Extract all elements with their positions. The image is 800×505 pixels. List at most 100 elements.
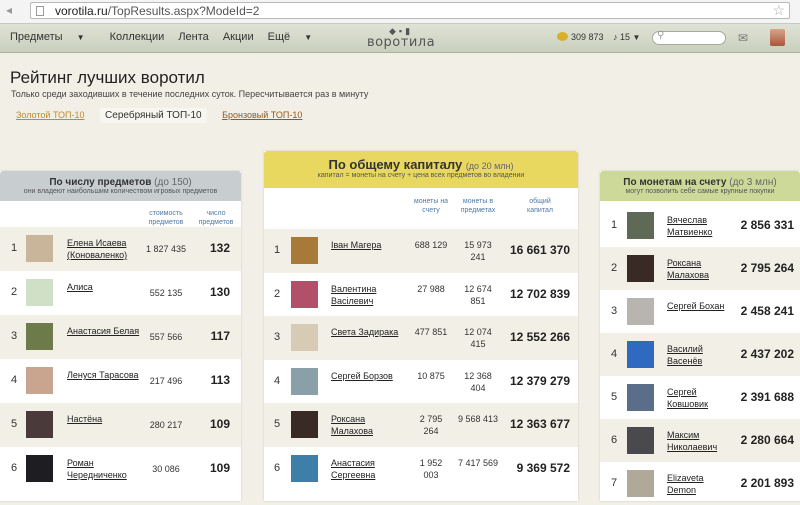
tab-bronze-top10[interactable]: Бронзовый ТОП-10: [217, 108, 307, 122]
coins-total: 2 280 664: [740, 433, 794, 447]
user-avatar[interactable]: [291, 237, 318, 264]
rating-tabs: Золотой ТОП-10 Серебряный ТОП-10 Бронзов…: [11, 108, 315, 123]
user-name-link[interactable]: Роксана Малахова: [667, 257, 735, 281]
user-name-link[interactable]: Вячеслав Матвиенко: [667, 214, 735, 238]
avatar[interactable]: [770, 29, 785, 46]
coins-on-account: 477 851: [414, 327, 448, 337]
user-avatar[interactable]: [627, 255, 654, 282]
user-name-link[interactable]: Валентина Васілевич: [331, 283, 407, 307]
user-name-link[interactable]: Elizaveta Demon: [667, 472, 735, 496]
user-avatar[interactable]: [627, 212, 654, 239]
user-name-link[interactable]: Анастасия Белая: [67, 325, 141, 337]
table-row: 2 Валентина Васілевич 27 988 12 674 851 12 7…: [264, 273, 578, 317]
bookmark-star-icon[interactable]: ☆: [772, 2, 785, 19]
user-name-link[interactable]: Анастасия Сергеевна: [331, 457, 407, 481]
coins-on-account: 10 875: [417, 371, 445, 381]
user-avatar[interactable]: [627, 341, 654, 368]
lamp-counter[interactable]: ♪ 15 ▼: [613, 32, 640, 42]
user-avatar[interactable]: [627, 298, 654, 325]
table-row: 6 Анастасия Сергеевна 1 952 003 7 417 569 9 …: [264, 447, 578, 491]
rank-number: 6: [611, 434, 618, 446]
coins-in-items: 7 417 569: [457, 458, 499, 468]
user-avatar[interactable]: [291, 281, 318, 308]
user-name-link[interactable]: Ленуся Тарасова: [67, 369, 141, 381]
user-avatar[interactable]: [627, 427, 654, 454]
site-logo[interactable]: ◆▪▮ воротила: [364, 27, 438, 51]
table-row: 5 Сергей Ковшовик 2 391 688: [600, 376, 800, 419]
table-row: 3 Сергей Бохан 2 458 241: [600, 290, 800, 333]
menu-item-collections[interactable]: Коллекции: [110, 31, 165, 43]
user-name-link[interactable]: Алиса: [67, 281, 141, 293]
coins-total: 2 201 893: [740, 476, 794, 490]
user-avatar[interactable]: [627, 384, 654, 411]
user-name-link[interactable]: Сергей Ковшовик: [667, 386, 735, 410]
user-avatar[interactable]: [291, 368, 318, 395]
panel-description: они владеют наибольшим количеством игров…: [23, 188, 218, 195]
user-avatar[interactable]: [26, 367, 53, 394]
user-avatar[interactable]: [291, 411, 318, 438]
search-input[interactable]: ⚲: [652, 30, 726, 45]
menu-item-feed[interactable]: Лента: [178, 31, 208, 43]
site-navbar: Предметы ▼ Коллекции Лента Акции Ещё ▼ ◆…: [0, 24, 800, 53]
user-name-link[interactable]: Іван Магера: [331, 239, 407, 251]
user-name-link[interactable]: Елена Исаева (Коноваленко): [67, 237, 141, 261]
user-avatar[interactable]: [26, 323, 53, 350]
user-name-link[interactable]: Настёна: [67, 413, 141, 425]
column-header-items-coins: монеты в предметах: [460, 198, 496, 214]
logo-text: воротила: [366, 35, 436, 50]
table-row: 6 Роман Чередниченко 30 086 109: [0, 447, 241, 491]
panel-header: По числу предметов (до 150) они владеют …: [0, 171, 241, 201]
menu-item-more[interactable]: Ещё ▼: [268, 31, 324, 43]
coin-balance[interactable]: 309 873: [557, 32, 604, 42]
url-text: vorotila.ru/TopResults.aspx?ModeId=2: [55, 4, 260, 18]
coins-on-account: 2 795 264: [419, 414, 443, 436]
tab-silver-top10[interactable]: Серебряный ТОП-10: [100, 108, 207, 123]
back-arrow-icon[interactable]: ◂: [6, 3, 12, 17]
user-name-link[interactable]: Сергей Бохан: [667, 300, 735, 312]
user-avatar[interactable]: [26, 279, 53, 306]
user-name-link[interactable]: Василий Васенёв: [667, 343, 735, 367]
page-icon: [36, 6, 44, 16]
table-row: 5 Настёна 280 217 109: [0, 403, 241, 447]
rank-number: 5: [11, 418, 18, 430]
user-name-link[interactable]: Максим Николаевич: [667, 429, 735, 453]
user-avatar[interactable]: [291, 324, 318, 351]
user-name-link[interactable]: Роман Чередниченко: [67, 457, 141, 481]
user-name-link[interactable]: Света Задирака: [331, 326, 407, 338]
coins-on-account: 688 129: [414, 240, 448, 250]
coins-in-items: 12 368 404: [464, 371, 492, 393]
tab-gold-top10[interactable]: Золотой ТОП-10: [11, 108, 90, 122]
user-avatar[interactable]: [26, 235, 53, 262]
coins-in-items: 15 973 241: [464, 240, 492, 262]
items-value: 1 827 435: [145, 244, 187, 254]
menu-item-promos[interactable]: Акции: [223, 31, 254, 43]
user-avatar[interactable]: [26, 411, 53, 438]
main-menu: Предметы ▼ Коллекции Лента Акции Ещё ▼: [10, 31, 334, 43]
user-avatar[interactable]: [26, 455, 53, 482]
coins-on-account: 1 952 003: [419, 458, 443, 480]
items-count: 117: [210, 329, 230, 343]
mail-icon[interactable]: ✉: [738, 31, 748, 45]
user-avatar[interactable]: [291, 455, 318, 482]
rank-number: 4: [274, 375, 281, 387]
column-header-total-capital: общий капитал: [527, 198, 553, 214]
user-avatar[interactable]: [627, 470, 654, 497]
panel-by-capital: По общему капиталу (до 20 млн) капитал =…: [264, 151, 578, 501]
table-row: 7 Elizaveta Demon 2 201 893: [600, 462, 800, 505]
total-capital: 12 552 266: [509, 330, 570, 344]
panel-title: По общему капиталу: [328, 157, 463, 172]
user-name-link[interactable]: Роксана Малахова: [331, 413, 407, 437]
browser-toolbar: ◂ vorotila.ru/TopResults.aspx?ModeId=2 ☆: [0, 0, 800, 24]
menu-item-items[interactable]: Предметы ▼: [10, 31, 96, 43]
total-capital: 16 661 370: [509, 243, 570, 257]
table-row: 1 Іван Магера 688 129 15 973 241 16 661 370: [264, 229, 578, 273]
user-name-link[interactable]: Сергей Борзов: [331, 370, 407, 382]
address-bar[interactable]: vorotila.ru/TopResults.aspx?ModeId=2 ☆: [30, 2, 790, 19]
chevron-down-icon: ▼: [304, 33, 313, 42]
rank-number: 3: [611, 305, 618, 317]
coins-total: 2 458 241: [740, 304, 794, 318]
coins-in-items: 12 674 851: [464, 284, 492, 306]
panel-description: могут позволить себе самые крупные покуп…: [625, 188, 775, 195]
items-count: 132: [209, 241, 230, 255]
coins-total: 2 795 264: [740, 261, 794, 275]
